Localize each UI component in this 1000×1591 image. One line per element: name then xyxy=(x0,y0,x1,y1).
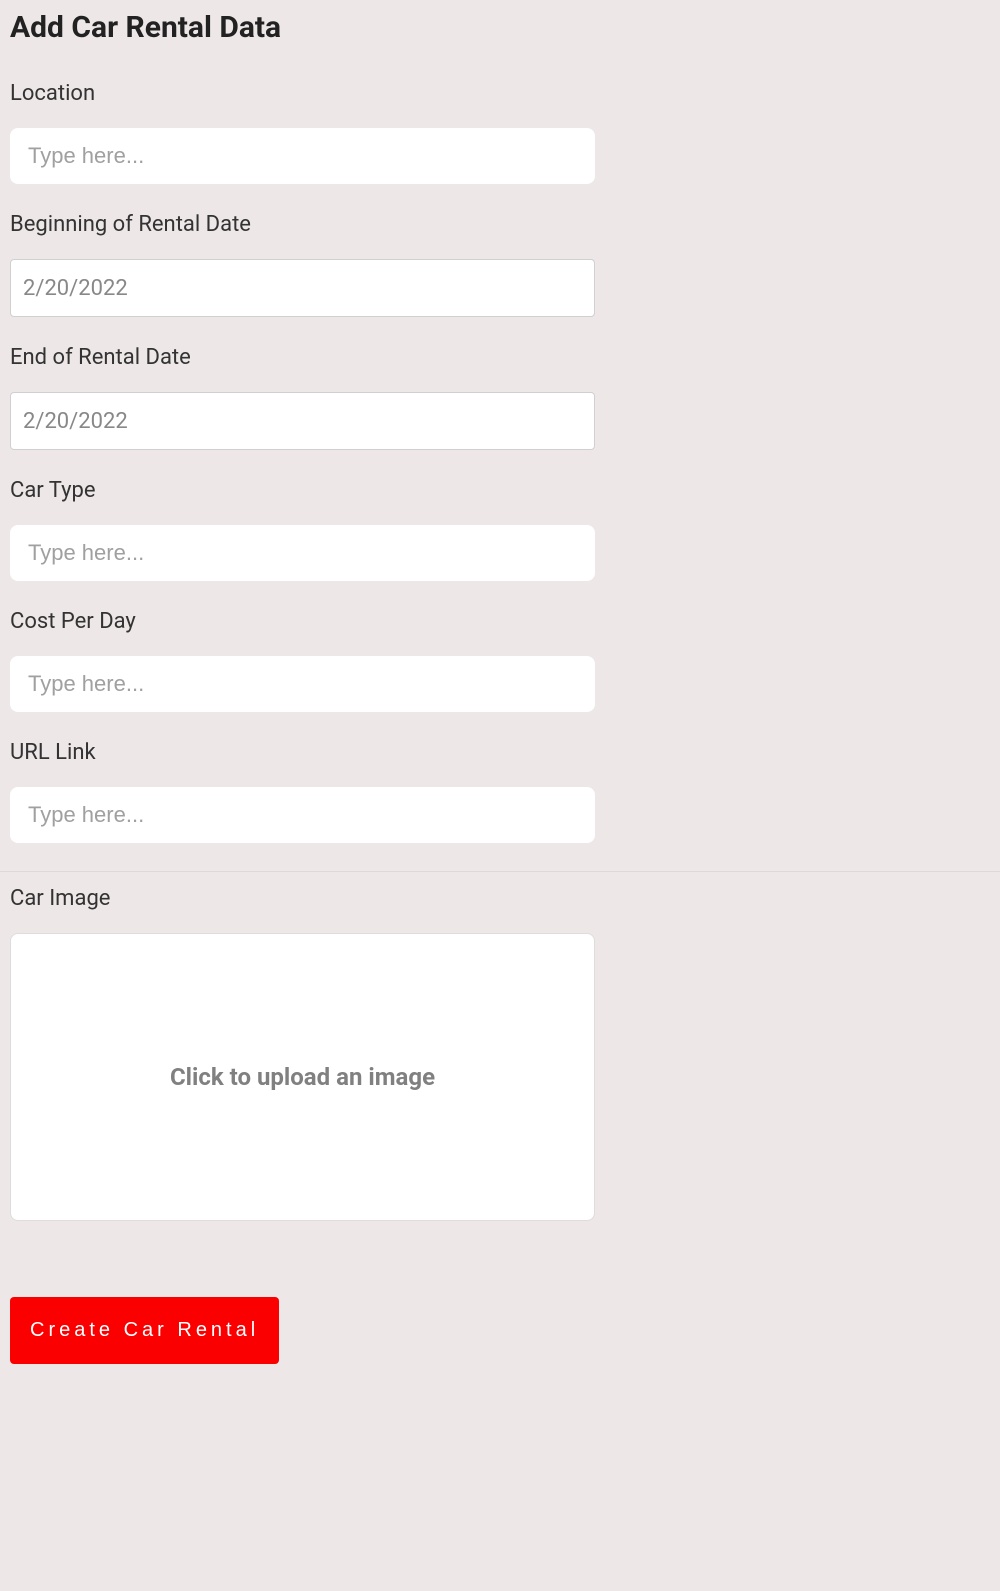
location-input[interactable] xyxy=(10,128,595,184)
start-date-label: Beginning of Rental Date xyxy=(10,212,595,237)
car-image-upload[interactable]: Click to upload an image xyxy=(10,933,595,1221)
car-type-input[interactable] xyxy=(10,525,595,581)
image-section: Car Image Click to upload an image Creat… xyxy=(10,886,595,1364)
form-container: Location Beginning of Rental Date 2/20/2… xyxy=(10,81,595,843)
end-date-field-group: End of Rental Date 2/20/2022 xyxy=(10,345,595,450)
end-date-label: End of Rental Date xyxy=(10,345,595,370)
page-title: Add Car Rental Data xyxy=(10,10,990,45)
cost-per-day-label: Cost Per Day xyxy=(10,609,595,634)
end-date-input[interactable]: 2/20/2022 xyxy=(10,392,595,450)
car-image-label: Car Image xyxy=(10,886,595,911)
url-link-field-group: URL Link xyxy=(10,740,595,843)
start-date-field-group: Beginning of Rental Date 2/20/2022 xyxy=(10,212,595,317)
start-date-input[interactable]: 2/20/2022 xyxy=(10,259,595,317)
car-image-field-group: Car Image Click to upload an image xyxy=(10,886,595,1221)
url-link-input[interactable] xyxy=(10,787,595,843)
location-field-group: Location xyxy=(10,81,595,184)
car-type-field-group: Car Type xyxy=(10,478,595,581)
upload-text: Click to upload an image xyxy=(170,1063,435,1091)
cost-per-day-input[interactable] xyxy=(10,656,595,712)
location-label: Location xyxy=(10,81,595,106)
car-type-label: Car Type xyxy=(10,478,595,503)
create-car-rental-button[interactable]: Create Car Rental xyxy=(10,1297,279,1364)
cost-per-day-field-group: Cost Per Day xyxy=(10,609,595,712)
divider xyxy=(0,871,1000,872)
url-link-label: URL Link xyxy=(10,740,595,765)
